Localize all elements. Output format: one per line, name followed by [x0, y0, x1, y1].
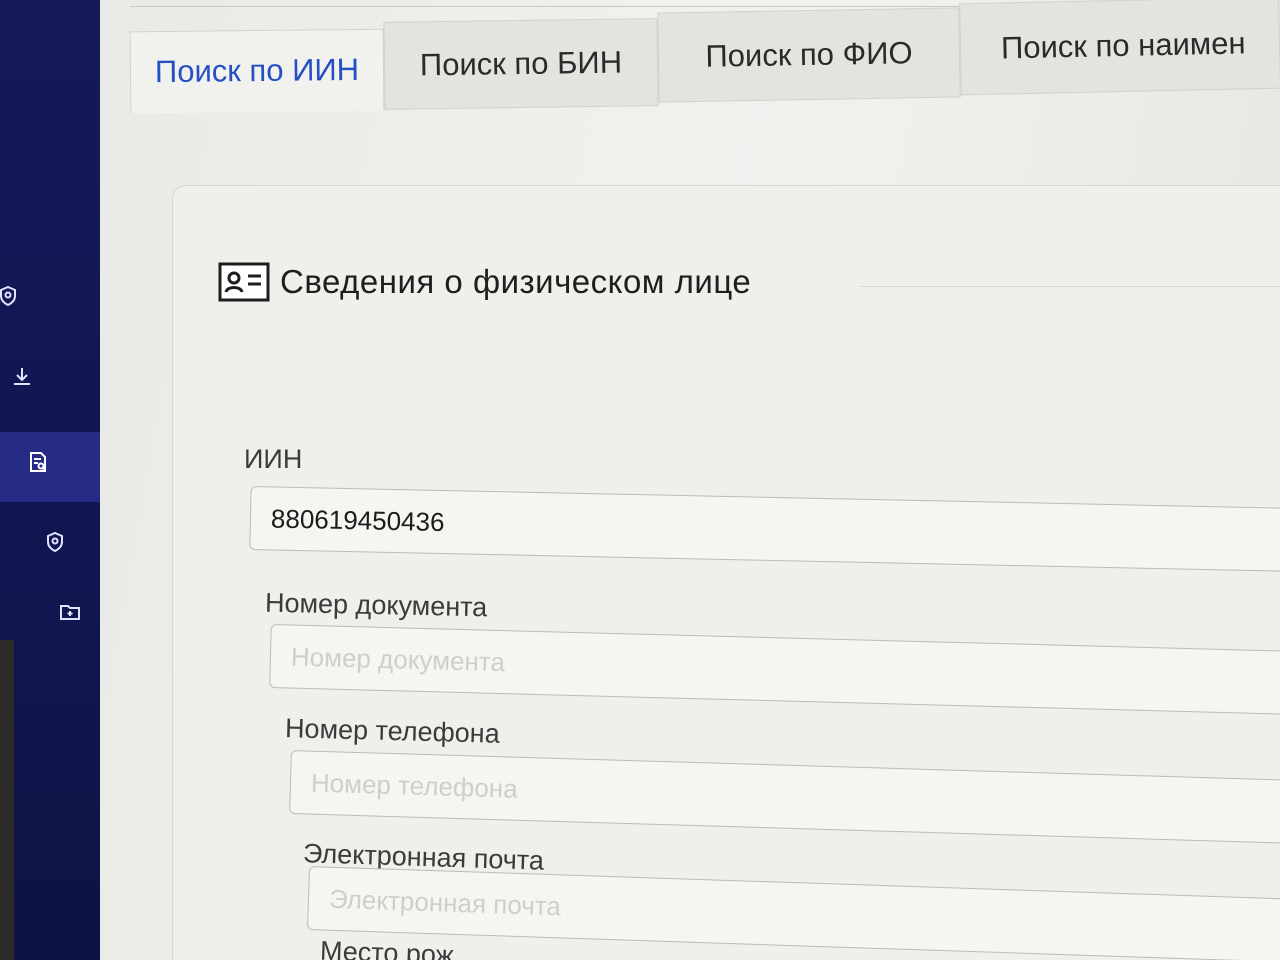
- tab-label: Поиск по ФИО: [705, 35, 913, 74]
- sidebar-item-shield[interactable]: [37, 524, 73, 560]
- section-header: Сведения о физическом лице: [218, 262, 751, 302]
- document-number-label: Номер документа: [264, 587, 488, 623]
- sidebar-item-shield-top[interactable]: [0, 278, 26, 314]
- section-title: Сведения о физическом лице: [280, 263, 752, 300]
- sidebar-item-document-search[interactable]: [20, 444, 56, 480]
- section-divider: [860, 286, 1280, 287]
- sidebar-item-folder[interactable]: [52, 594, 88, 630]
- tab-search-fio[interactable]: Поиск по ФИО: [657, 7, 961, 103]
- phone-number-label: Номер телефона: [284, 713, 501, 749]
- tab-search-bin[interactable]: Поиск по БИН: [383, 18, 659, 110]
- iin-label: ИИН: [244, 444, 303, 474]
- sidebar-item-download[interactable]: [4, 358, 40, 394]
- shield-icon: [47, 531, 63, 553]
- tab-search-name[interactable]: Поиск по наимен: [959, 0, 1280, 96]
- tab-search-iin[interactable]: Поиск по ИИН: [129, 28, 385, 114]
- document-search-icon: [30, 452, 46, 472]
- tab-label: Поиск по наимен: [1000, 25, 1246, 66]
- tab-label: Поиск по ИИН: [154, 51, 360, 90]
- shield-icon: [0, 285, 16, 307]
- folder-icon: [60, 605, 80, 620]
- screen: Поиск по ИИН Поиск по БИН Поиск по ФИО П…: [0, 0, 1280, 960]
- person-card-icon: [218, 262, 270, 302]
- download-icon: [14, 368, 30, 385]
- tab-label: Поиск по БИН: [419, 44, 623, 83]
- monitor-bezel: [0, 640, 14, 960]
- birthplace-label: Место рож: [319, 935, 455, 960]
